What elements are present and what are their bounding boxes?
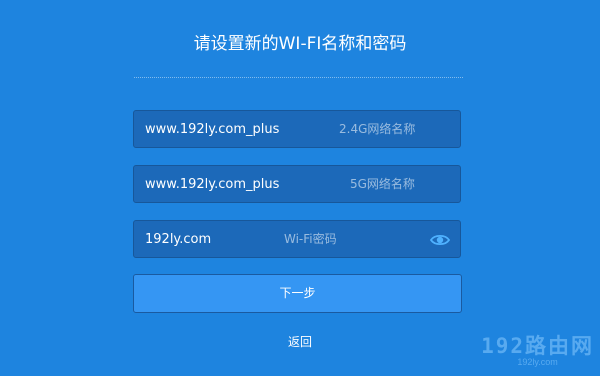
watermark-logo: 192路由网 192ly.com [481,336,594,367]
watermark-sub-text: 192ly.com [517,357,558,367]
wifi-password-hint: Wi-Fi密码 [284,232,337,246]
wifi-password-value: 192ly.com [145,232,212,247]
wifi-2g-name-hint: 2.4G网络名称 [339,122,416,136]
wifi-5g-name-hint: 5G网络名称 [350,177,415,191]
wifi-password-field[interactable]: 192ly.com Wi-Fi密码 [133,220,461,258]
wifi-2g-name-value: www.192ly.com_plus [145,122,280,137]
next-button[interactable]: 下一步 [133,274,462,313]
eye-icon[interactable] [430,232,450,248]
watermark-main-text: 192路由网 [481,334,594,358]
wifi-5g-name-field[interactable]: www.192ly.com_plus 5G网络名称 [133,165,461,203]
wifi-5g-name-value: www.192ly.com_plus [145,177,280,192]
divider [134,77,463,78]
wifi-2g-name-field[interactable]: www.192ly.com_plus 2.4G网络名称 [133,110,461,148]
page-title: 请设置新的WI-FI名称和密码 [193,34,407,54]
